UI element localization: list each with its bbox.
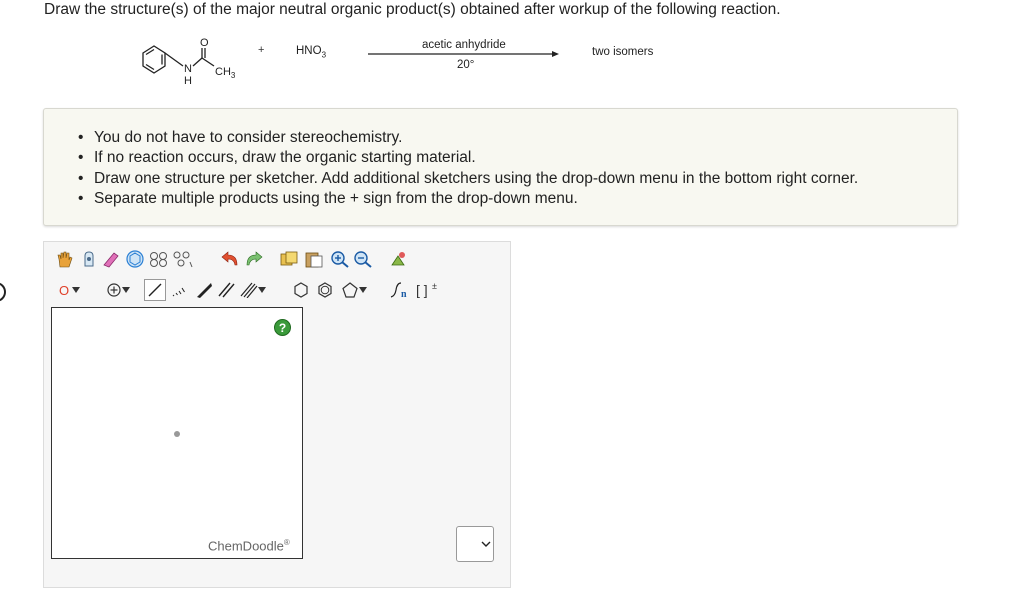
methyl-label: CH3 — [215, 66, 236, 80]
product-text: two isomers — [592, 46, 654, 58]
chevron-down-icon[interactable] — [70, 279, 82, 301]
instruction-item: Draw one structure per sketcher. Add add… — [78, 169, 858, 190]
acetanilide-structure: O N H CH3 — [142, 37, 236, 87]
instruction-item: Separate multiple products using the + s… — [78, 189, 858, 210]
reactant-acetanilide: O N H CH3 — [138, 34, 250, 97]
single-bond-icon[interactable] — [144, 279, 166, 301]
benzene-icon[interactable] — [314, 279, 336, 301]
svg-text:[ ]: [ ] — [416, 282, 428, 298]
copy-icon[interactable] — [278, 248, 300, 270]
chevron-down-icon[interactable] — [357, 279, 369, 301]
cyclohexane-icon[interactable] — [290, 279, 312, 301]
canvas-dot — [174, 431, 180, 437]
hashed-bond-icon[interactable] — [168, 279, 190, 301]
hand-icon[interactable] — [53, 248, 75, 270]
reagent-nitric-acid: HNO3 — [296, 45, 327, 60]
instructions-list: You do not have to consider stereochemis… — [78, 128, 858, 209]
chevron-down-icon — [481, 541, 491, 547]
undo-icon[interactable] — [219, 248, 241, 270]
redo-icon[interactable] — [243, 248, 265, 270]
eraser-icon[interactable] — [100, 248, 122, 270]
chemdoodle-logo: ChemDoodle® — [208, 538, 290, 554]
chevron-down-icon[interactable] — [256, 279, 268, 301]
zoom-in-icon[interactable] — [329, 248, 351, 270]
drawing-canvas[interactable]: ? ChemDoodle® — [51, 307, 303, 559]
oxygen-label: O — [200, 37, 209, 49]
ring-template-icon[interactable] — [124, 248, 146, 270]
add-sketcher-dropdown[interactable] — [456, 526, 494, 562]
chain-template-icon[interactable] — [148, 248, 170, 270]
wedge-bond-icon[interactable] — [193, 279, 215, 301]
hydrogen-label: H — [184, 75, 192, 87]
condition-reagent: acetic anhydride — [422, 39, 506, 51]
svg-text:n: n — [401, 289, 407, 300]
double-bond-icon[interactable] — [215, 279, 237, 301]
side-tab[interactable] — [0, 282, 6, 302]
question-text: Draw the structure(s) of the major neutr… — [44, 1, 781, 18]
repeat-unit-icon[interactable]: n — [389, 279, 411, 301]
svg-text:±: ± — [432, 281, 437, 291]
instructions-box: You do not have to consider stereochemis… — [43, 108, 958, 226]
instruction-item: If no reaction occurs, draw the organic … — [78, 148, 858, 169]
bracket-charge-icon[interactable]: [ ] ± — [414, 279, 440, 301]
lasso-select-icon[interactable] — [77, 248, 99, 270]
nitrogen-label: N — [184, 63, 192, 75]
paste-icon[interactable] — [303, 248, 325, 270]
chemdoodle-sketcher: O n [ ] ± ? ChemDoodle® — [43, 241, 511, 588]
templates-icon[interactable] — [171, 248, 193, 270]
instruction-item: You do not have to consider stereochemis… — [78, 128, 858, 149]
reaction-plus: + — [258, 44, 265, 56]
clean-icon[interactable] — [388, 248, 410, 270]
zoom-out-icon[interactable] — [352, 248, 374, 270]
help-icon[interactable]: ? — [274, 319, 291, 336]
chevron-down-icon[interactable] — [120, 279, 132, 301]
condition-temperature: 20° — [457, 59, 475, 71]
